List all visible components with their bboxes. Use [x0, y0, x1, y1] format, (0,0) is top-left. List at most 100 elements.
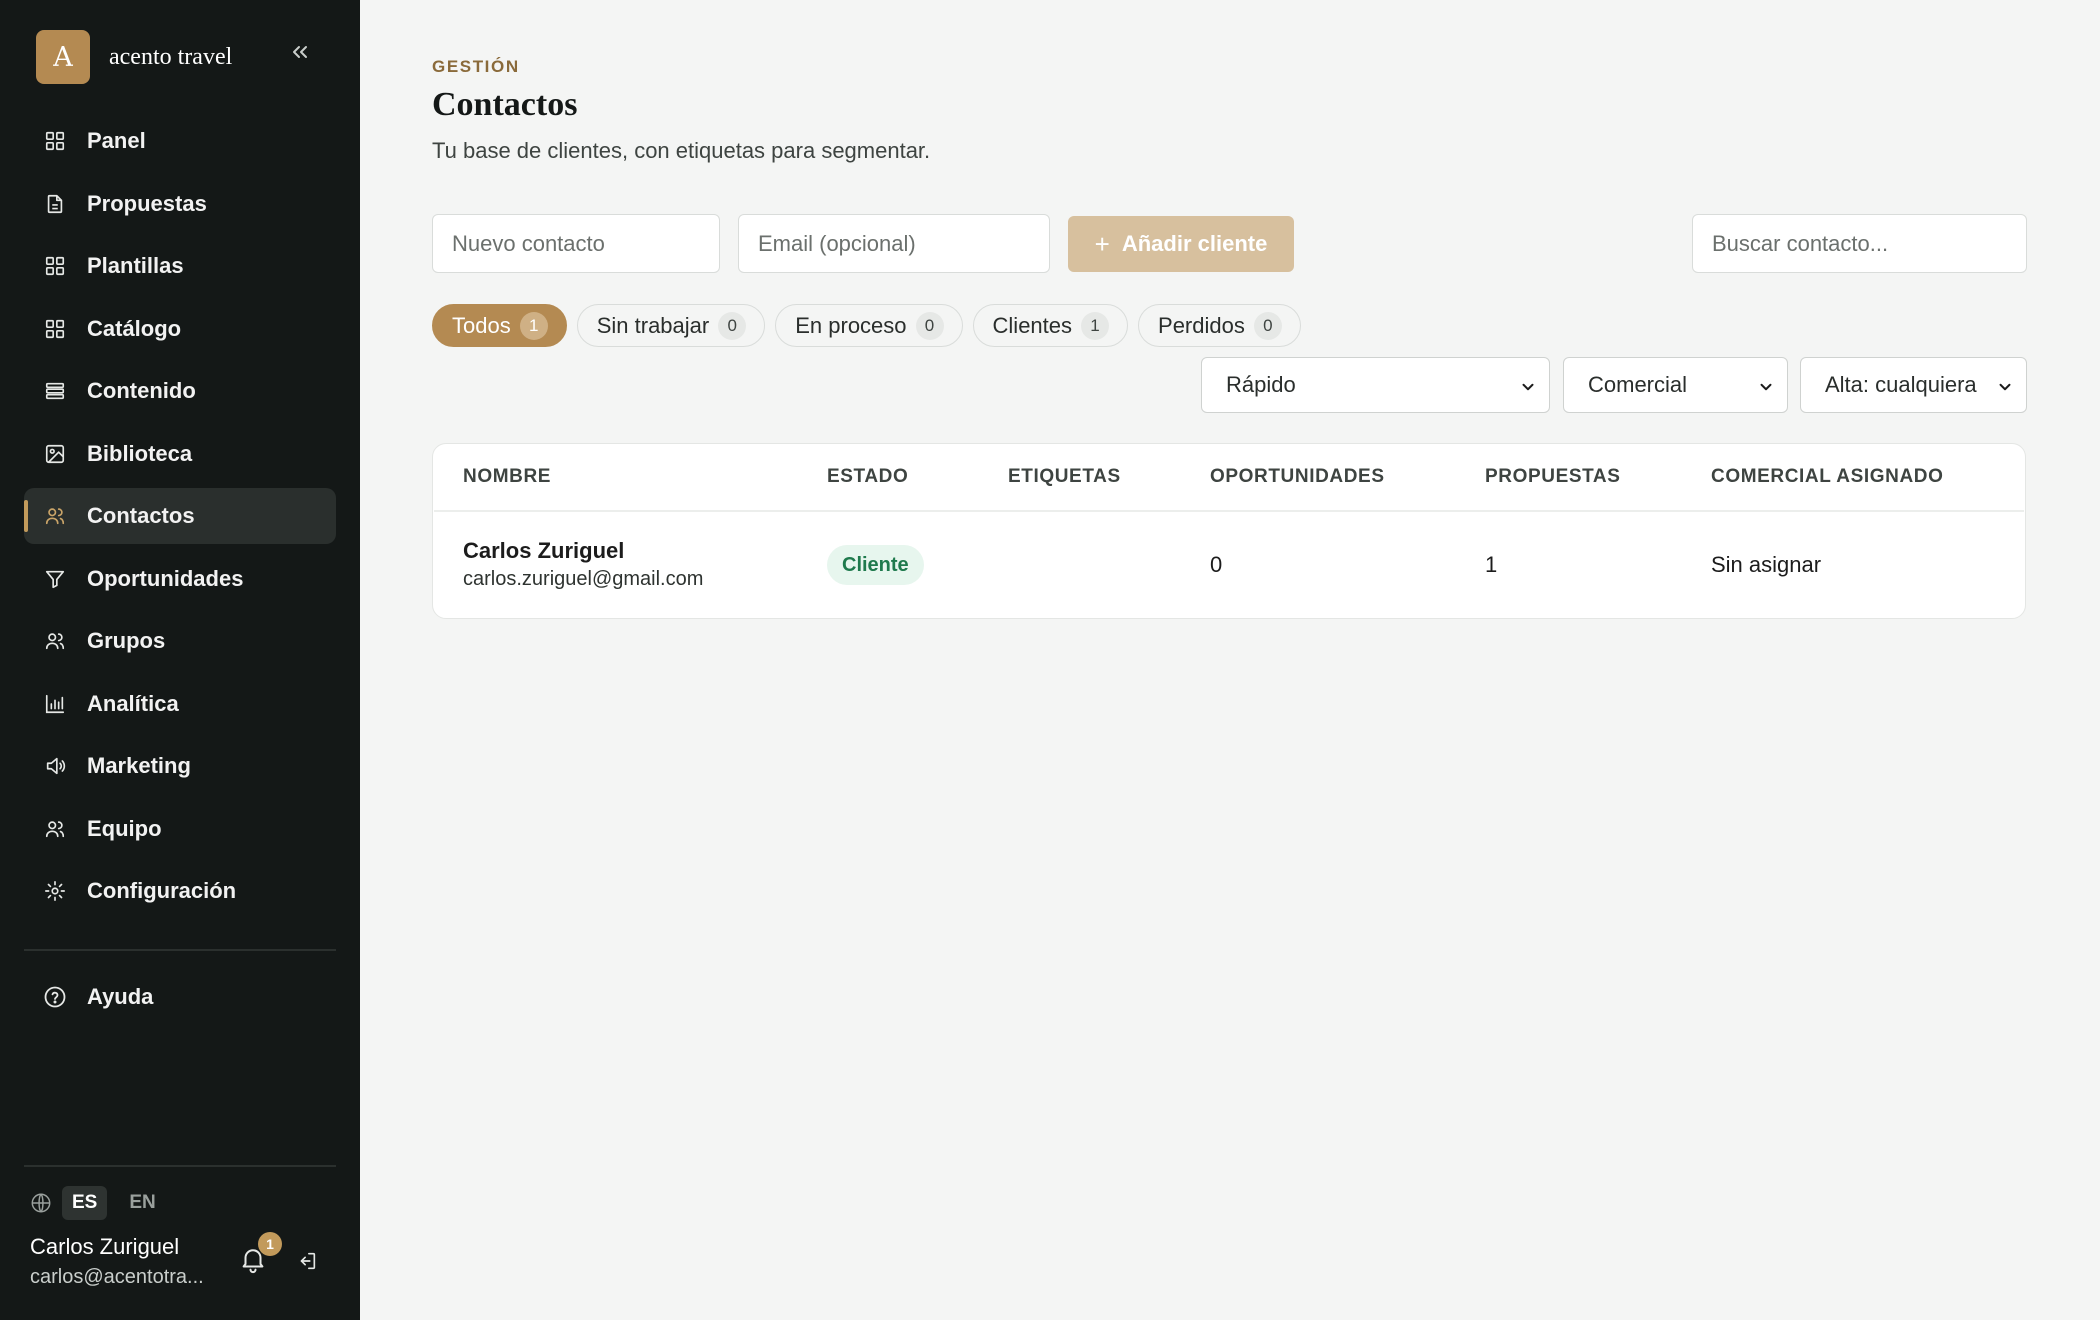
layers-icon: [43, 379, 67, 403]
sidebar-item-label: Configuración: [87, 878, 237, 903]
lang-option-es[interactable]: ES: [62, 1186, 108, 1220]
add-client-label: Añadir cliente: [1121, 231, 1268, 256]
quick-filter-select[interactable]: Rápido: [1201, 357, 1550, 413]
document-icon: [43, 192, 67, 216]
select-value: Comercial: [1588, 372, 1688, 397]
contact-proposals: 1: [1485, 552, 1498, 577]
chevron-down-icon: [1519, 376, 1537, 394]
table-header-opportunities[interactable]: OPORTUNIDADES: [1210, 466, 1385, 488]
table-header-name[interactable]: NOMBRE: [463, 466, 551, 488]
sidebar-item-label: Contactos: [87, 503, 195, 528]
sidebar-divider: [24, 949, 336, 951]
chip-label: Perdidos: [1158, 312, 1245, 338]
sidebar-item-label: Grupos: [87, 628, 166, 653]
notification-badge: 1: [258, 1232, 282, 1256]
chip-count: 0: [1253, 311, 1282, 340]
user-profile[interactable]: Carlos Zuriguel carlos@acentotra...: [30, 1234, 220, 1289]
help-circle-icon: [43, 985, 67, 1009]
language-switcher: ES EN: [30, 1186, 166, 1220]
filter-chip-clientes[interactable]: Clientes 1: [972, 304, 1129, 347]
filter-chip-sin-trabajar[interactable]: Sin trabajar 0: [576, 304, 766, 347]
sidebar-item-contactos[interactable]: Contactos: [24, 488, 336, 544]
select-value: Alta: cualquiera: [1825, 372, 1977, 397]
sidebar-item-panel[interactable]: Panel: [24, 113, 336, 169]
sidebar-item-contenido[interactable]: Contenido: [24, 363, 336, 419]
sidebar-item-label: Analítica: [87, 690, 179, 716]
sidebar: A acento travel Panel Propuestas Plantil…: [0, 0, 360, 1320]
filter-chip-todos[interactable]: Todos 1: [432, 304, 567, 347]
chip-count: 0: [915, 311, 944, 340]
sidebar-item-biblioteca[interactable]: Biblioteca: [24, 426, 336, 482]
lang-option-en[interactable]: EN: [119, 1186, 165, 1220]
email-input[interactable]: Email (opcional): [738, 214, 1050, 273]
sidebar-item-label: Equipo: [87, 815, 162, 841]
chevron-down-icon: [1757, 376, 1775, 394]
filter-chip-en-proceso[interactable]: En proceso 0: [775, 304, 963, 347]
help-section: Ayuda: [24, 969, 336, 1032]
page-eyebrow: GESTIÓN: [432, 57, 520, 76]
contact-assigned: Sin asignar: [1711, 552, 1822, 577]
chip-label: Clientes: [992, 312, 1073, 338]
sidebar-item-plantillas[interactable]: Plantillas: [24, 238, 336, 294]
image-icon: [43, 442, 67, 466]
sidebar-item-label: Catálogo: [87, 315, 182, 341]
sidebar-item-label: Propuestas: [87, 190, 207, 216]
sidebar-item-ayuda[interactable]: Ayuda: [24, 969, 336, 1025]
page-subtitle: Tu base de clientes, con etiquetas para …: [432, 138, 931, 163]
table-divider: [434, 510, 2024, 512]
brand-logo: A: [36, 30, 90, 84]
sidebar-item-label: Panel: [87, 128, 146, 153]
chip-label: Todos: [452, 312, 511, 338]
chip-count: 1: [1081, 311, 1110, 340]
sidebar-item-label: Ayuda: [87, 984, 154, 1009]
sidebar-item-analitica[interactable]: Analítica: [24, 676, 336, 732]
plus-icon: +: [1094, 228, 1110, 259]
filter-chip-perdidos[interactable]: Perdidos 0: [1138, 304, 1301, 347]
bar-chart-icon: [43, 692, 67, 716]
user-name: Carlos Zuriguel: [30, 1234, 180, 1259]
sidebar-item-oportunidades[interactable]: Oportunidades: [24, 551, 336, 607]
table-header-assigned[interactable]: COMERCIAL ASIGNADO: [1711, 466, 1943, 488]
gear-icon: [43, 879, 67, 903]
select-value: Rápido: [1226, 372, 1296, 397]
globe-icon: [30, 1192, 52, 1214]
sidebar-divider: [24, 1165, 336, 1167]
brand[interactable]: A acento travel: [36, 30, 232, 84]
grid-icon: [43, 317, 67, 341]
new-contact-input[interactable]: Nuevo contacto: [432, 214, 720, 273]
grid-icon: [43, 254, 67, 278]
table-header-tags[interactable]: ETIQUETAS: [1008, 466, 1121, 488]
chip-count: 1: [519, 311, 548, 340]
main-nav: Panel Propuestas Plantillas Catálogo Con…: [24, 113, 336, 926]
sidebar-item-propuestas[interactable]: Propuestas: [24, 176, 336, 232]
sidebar-item-label: Oportunidades: [87, 565, 244, 591]
page-title: Contactos: [432, 86, 578, 123]
chip-label: En proceso: [795, 312, 907, 338]
sidebar-item-label: Biblioteca: [87, 440, 193, 466]
contact-email: carlos.zuriguel@gmail.com: [463, 568, 704, 590]
chip-count: 0: [718, 311, 747, 340]
search-contact-input[interactable]: Buscar contacto...: [1692, 214, 2027, 273]
sales-rep-select[interactable]: Comercial: [1563, 357, 1788, 413]
sidebar-item-grupos[interactable]: Grupos: [24, 613, 336, 669]
status-filter-chips: Todos 1 Sin trabajar 0 En proceso 0 Clie…: [432, 304, 1311, 347]
collapse-sidebar-icon[interactable]: [288, 40, 312, 64]
grid-icon: [43, 129, 67, 153]
brand-name: acento travel: [109, 43, 233, 70]
sidebar-item-configuracion[interactable]: Configuración: [24, 863, 336, 919]
sidebar-item-equipo[interactable]: Equipo: [24, 801, 336, 857]
add-client-button[interactable]: + Añadir cliente: [1068, 216, 1294, 272]
table-header-proposals[interactable]: PROPUESTAS: [1485, 466, 1621, 488]
sidebar-item-catalogo[interactable]: Catálogo: [24, 301, 336, 357]
table-header-status[interactable]: ESTADO: [827, 466, 908, 488]
sidebar-item-label: Plantillas: [87, 253, 184, 278]
created-date-select[interactable]: Alta: cualquiera: [1800, 357, 2027, 413]
users-icon: [43, 817, 67, 841]
logout-icon[interactable]: [296, 1250, 318, 1272]
filter-icon: [43, 567, 67, 591]
contact-name[interactable]: Carlos Zuriguel: [463, 538, 624, 564]
status-badge: Cliente: [827, 545, 924, 585]
sidebar-item-marketing[interactable]: Marketing: [24, 738, 336, 794]
chevron-down-icon: [1996, 376, 2014, 394]
chip-label: Sin trabajar: [596, 312, 710, 338]
